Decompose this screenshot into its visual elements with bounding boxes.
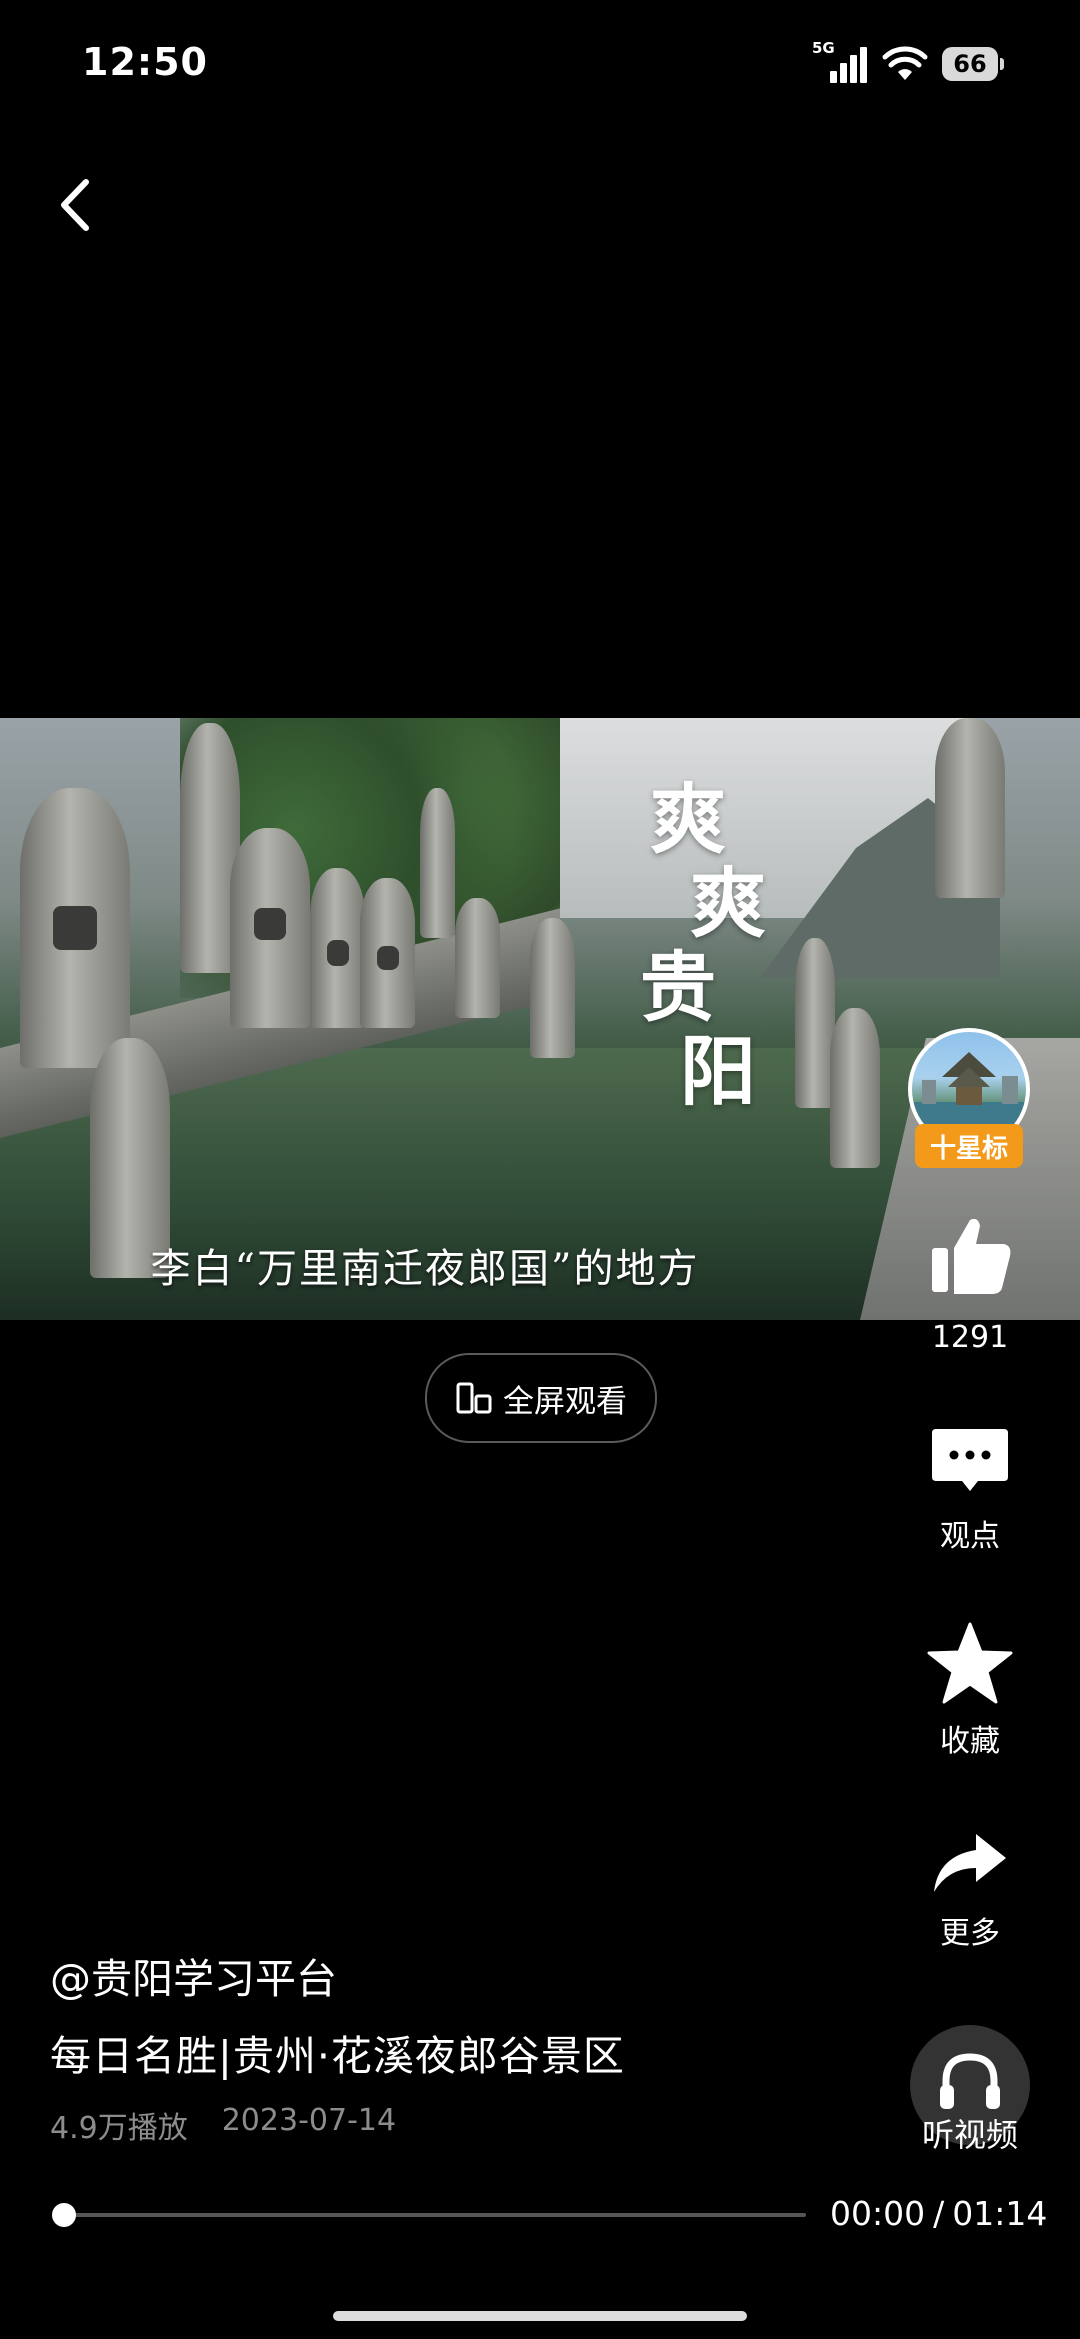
video-meta: 4.9万播放 2023-07-14 — [50, 2103, 396, 2147]
stone-pillar — [530, 918, 575, 1058]
author-name[interactable]: @贵阳学习平台 — [50, 1945, 337, 2005]
battery-icon: 66 — [942, 47, 1004, 81]
time-separator: / — [933, 2194, 945, 2233]
follow-button[interactable]: 十星标 — [915, 1124, 1023, 1168]
stone-pillar — [830, 1008, 880, 1168]
comment-icon — [932, 1429, 1008, 1491]
wifi-icon — [882, 46, 928, 80]
battery-level: 66 — [953, 50, 987, 78]
share-label: 更多 — [940, 1916, 1000, 1951]
stone-pillar — [360, 878, 415, 1028]
video-title-overlay: 爽 爽 贵 阳 — [640, 775, 766, 1116]
favorite-button[interactable]: 收藏 — [900, 1622, 1040, 1760]
stone-pillar — [310, 868, 365, 1028]
network-type: 5G — [812, 39, 835, 57]
signal-icon: 5G — [812, 39, 868, 83]
listen-label: 听视频 — [921, 2116, 1018, 2154]
star-icon — [927, 1622, 1013, 1704]
current-time: 00:00 — [830, 2194, 926, 2233]
publish-date: 2023-07-14 — [221, 2103, 397, 2138]
fullscreen-label: 全屏观看 — [503, 1383, 627, 1420]
time-readout: 00:00 / 01:14 — [830, 2194, 1047, 2233]
stone-pillar — [455, 898, 500, 1018]
progress-handle[interactable] — [52, 2203, 76, 2227]
fullscreen-button[interactable]: 全屏观看 — [425, 1353, 657, 1443]
status-icons: 5G 66 — [812, 39, 1004, 84]
video-subtitle: 李白“万里南迁夜郎国”的地方 — [150, 1246, 700, 1292]
stone-pillar — [935, 718, 1005, 898]
comment-button[interactable]: 观点 — [900, 1425, 1040, 1555]
duration: 01:14 — [952, 2194, 1048, 2233]
play-count: 4.9万播放 — [50, 2111, 188, 2146]
stone-pillar — [230, 828, 310, 1028]
like-count: 1291 — [931, 1320, 1009, 1355]
share-button[interactable]: 更多 — [900, 1830, 1040, 1952]
like-icon — [932, 1218, 1011, 1294]
status-time: 12:50 — [82, 40, 208, 84]
favorite-label: 收藏 — [940, 1724, 1000, 1759]
like-button[interactable] — [926, 1210, 1016, 1304]
back-arrow-icon — [61, 179, 89, 231]
back-button[interactable] — [48, 170, 108, 240]
home-indicator[interactable] — [333, 2311, 747, 2321]
stone-pillar — [420, 788, 455, 938]
comment-label: 观点 — [940, 1519, 1000, 1554]
video-title: 每日名胜|贵州·花溪夜郎谷景区 — [50, 2032, 625, 2080]
progress-bar[interactable] — [56, 2213, 806, 2217]
stone-pillar — [20, 788, 130, 1068]
phone-rotate-icon — [456, 1382, 492, 1414]
video-player[interactable]: 爽 爽 贵 阳 李白“万里南迁夜郎国”的地方 — [0, 718, 1080, 1320]
stone-pillar — [795, 938, 835, 1108]
share-icon — [934, 1834, 1006, 1892]
